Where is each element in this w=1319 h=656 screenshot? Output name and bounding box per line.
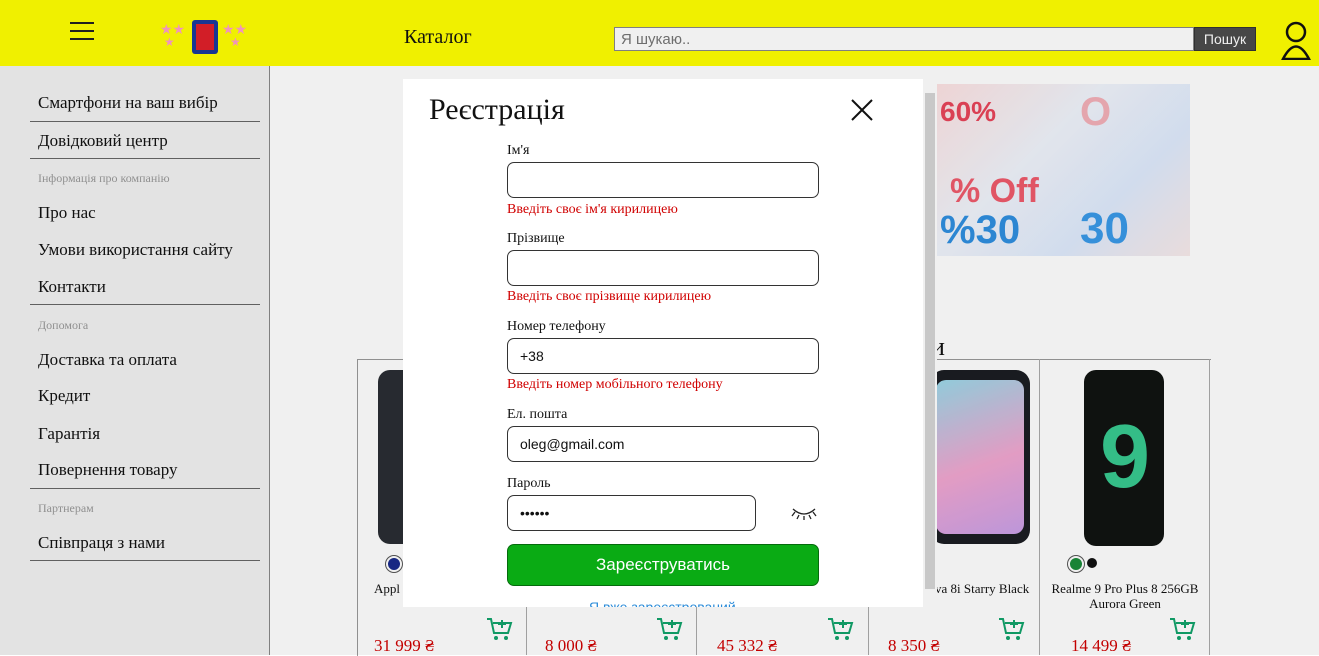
first-name-field[interactable] [507,162,819,198]
phone-field[interactable]: +38 [507,338,819,374]
email-field[interactable]: oleg@gmail.com [507,426,819,462]
close-icon[interactable] [847,95,877,125]
modal-title: Реєстрація [429,93,565,126]
last-name-error: Введіть своє прізвище кирилицею [507,289,712,304]
last-name-field[interactable] [507,250,819,286]
last-name-label: Прізвище [507,231,565,246]
scrollbar-thumb[interactable] [925,93,935,589]
email-label: Ел. пошта [507,407,568,422]
password-field[interactable]: •••••• [507,495,756,531]
phone-label: Номер телефону [507,319,606,334]
modal-scrollbar[interactable] [923,79,937,607]
password-label: Пароль [507,476,551,491]
show-password-icon[interactable] [791,503,817,523]
phone-error: Введіть номер мобільного телефону [507,377,723,392]
registration-modal: Реєстрація Ім'я Введіть своє ім'я кирили… [403,79,937,607]
first-name-error: Введіть своє ім'я кирилицею [507,202,678,217]
first-name-label: Ім'я [507,143,530,158]
register-button[interactable]: Зареєструватись [507,544,819,586]
login-link[interactable]: Я вже зареєстрований [589,599,736,607]
